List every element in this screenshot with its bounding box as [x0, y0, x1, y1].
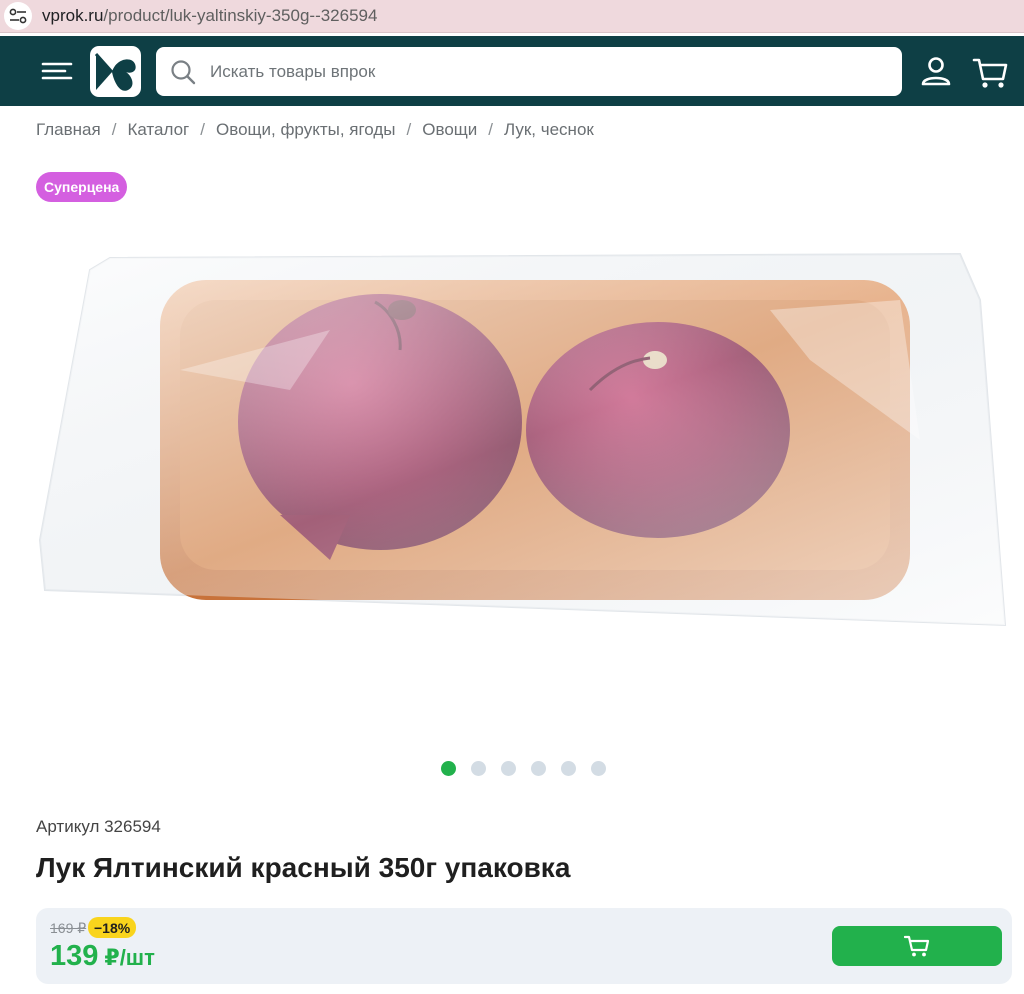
search-bar[interactable] — [156, 47, 902, 96]
search-input[interactable] — [210, 61, 870, 82]
breadcrumb-separator: / — [111, 120, 117, 139]
cart-button[interactable] — [970, 52, 1010, 92]
site-header — [0, 36, 1024, 106]
account-button[interactable] — [918, 54, 954, 90]
breadcrumb: Главная / Каталог / Овощи, фрукты, ягоды… — [36, 120, 594, 140]
breadcrumb-onion-garlic[interactable]: Лук, чеснок — [504, 120, 594, 140]
browser-address-bar[interactable]: vprok.ru/product/luk-yaltinskiy-350g--32… — [0, 0, 1024, 33]
gallery-dot-5[interactable] — [561, 761, 576, 776]
url-text[interactable]: vprok.ru/product/luk-yaltinskiy-350g--32… — [42, 6, 377, 26]
search-icon — [171, 59, 196, 84]
add-to-cart-button[interactable] — [832, 926, 1002, 966]
site-settings-icon[interactable] — [4, 2, 32, 30]
breadcrumb-separator: / — [488, 120, 494, 139]
breadcrumb-separator: / — [406, 120, 412, 139]
old-price: 169 ₽ — [50, 920, 87, 936]
breadcrumb-vegetables[interactable]: Овощи — [422, 120, 477, 140]
logo[interactable] — [90, 46, 141, 97]
price-unit: ₽/шт — [104, 945, 155, 970]
cart-icon — [904, 935, 930, 957]
menu-button[interactable] — [40, 56, 74, 86]
cart-icon — [972, 58, 1008, 88]
product-title: Лук Ялтинский красный 350г упаковка — [36, 852, 571, 883]
user-icon — [921, 57, 951, 86]
gallery-pagination — [441, 761, 606, 776]
gallery-dot-4[interactable] — [531, 761, 546, 776]
breadcrumb-catalog[interactable]: Каталог — [127, 120, 189, 140]
gallery-dot-2[interactable] — [471, 761, 486, 776]
price-value: 139 — [50, 940, 99, 972]
breadcrumb-separator: / — [200, 120, 205, 139]
super-price-badge: Суперцена — [36, 172, 128, 202]
discount-badge: −18% — [88, 917, 137, 938]
menu-icon — [41, 62, 73, 80]
url-path: /product/luk-yaltinskiy-350g--326594 — [103, 6, 378, 25]
gallery-dot-6[interactable] — [591, 761, 606, 776]
product-image[interactable] — [30, 240, 1020, 660]
logo-icon — [94, 53, 136, 91]
url-host: vprok.ru — [42, 6, 104, 25]
gallery-dot-3[interactable] — [501, 761, 516, 776]
breadcrumb-home[interactable]: Главная — [36, 120, 101, 140]
current-price: 139 ₽/шт — [50, 940, 155, 973]
price-panel: 169 ₽ −18% 139 ₽/шт — [36, 908, 1012, 984]
product-sku: Артикул 326594 — [36, 817, 161, 836]
gallery-dot-1[interactable] — [441, 761, 456, 776]
breadcrumb-vegetables-fruits[interactable]: Овощи, фрукты, ягоды — [216, 120, 396, 140]
